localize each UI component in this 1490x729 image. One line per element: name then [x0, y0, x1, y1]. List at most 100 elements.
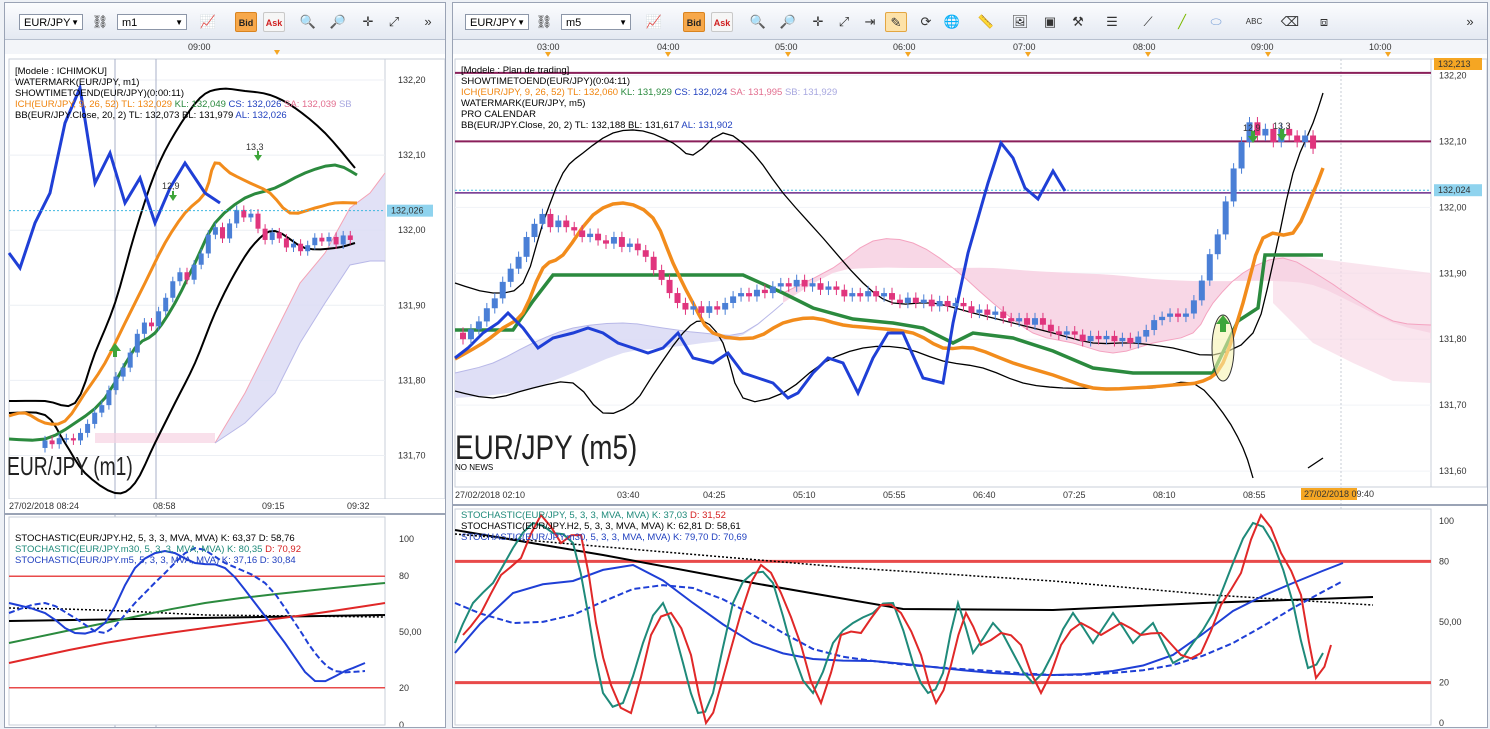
right-chart-window: EUR/JPY ▼ ⛓ m5 ▼ 📈 Bid Ask 🔍 🔎 ✛ ⤢ ⇥ ✎ ⟳ 🌐…: [452, 2, 1488, 728]
right-legend-entry: KL: 131,929: [620, 87, 675, 98]
right-candle: [968, 306, 975, 313]
left-stoch-level-label: 80: [399, 571, 409, 581]
left-stoch-legend-line: STOCHASTIC(EUR/JPY.m30, 5, 3, 3, MVA, MV…: [15, 544, 301, 555]
right-candle: [515, 256, 522, 269]
left-price-label: 132,00: [398, 225, 426, 235]
right-candle: [1310, 135, 1317, 149]
left-candle: [184, 272, 190, 280]
left-candle: [134, 333, 140, 353]
left-legend-line: WATERMARK(EUR/JPY, m1): [15, 77, 352, 88]
right-candle: [1000, 311, 1007, 319]
right-price-label: 131,90: [1439, 268, 1467, 278]
right-candle: [491, 298, 498, 309]
left-candle: [106, 390, 112, 406]
right-candle: [1016, 318, 1023, 322]
left-candle: [340, 235, 346, 245]
right-candle: [738, 293, 745, 297]
right-legend-entry: [Modele : Plan de trading]: [461, 65, 570, 76]
right-time-label: 27/02/2018 02:10: [455, 490, 525, 500]
left-candle: [248, 213, 254, 218]
right-candle: [746, 293, 752, 297]
right-candle: [1111, 335, 1118, 342]
right-candle: [1198, 280, 1205, 301]
left-stochastic-legend: STOCHASTIC(EUR/JPY.H2, 5, 3, 3, MVA, MVA…: [15, 533, 301, 566]
right-legend-entry: SA: 131,995: [730, 87, 785, 98]
right-top-time-label: 10:00: [1369, 42, 1392, 52]
left-legend-entry: BB(EUR/JPY.Close, 20, 2) TL: 132,073 BL:…: [15, 110, 236, 121]
left-current-price-text: 132,026: [391, 206, 424, 216]
left-stoch-legend-line: STOCHASTIC(EUR/JPY.m5, 5, 3, 3, MVA, MVA…: [15, 555, 301, 566]
left-candle: [78, 432, 83, 441]
left-legend-line: SHOWTIMETOEND(EUR/JPY)(0:00:11): [15, 88, 352, 99]
right-current-time-text: 27/02/2018 09:40: [1304, 489, 1374, 499]
left-legend-entry: ICH(EUR/JPY, 9, 26, 52) TL: 132,029: [15, 99, 175, 110]
left-candle: [127, 352, 133, 368]
right-stoch-level-label: 100: [1439, 516, 1454, 526]
right-candle: [1262, 128, 1269, 136]
left-legend-line: BB(EUR/JPY.Close, 20, 2) TL: 132,073 BL:…: [15, 110, 352, 121]
right-candle: [475, 321, 482, 330]
left-legend-entry: AL: 132,026: [235, 110, 287, 121]
right-price-label: 132,20: [1439, 70, 1467, 80]
right-candle: [1095, 335, 1102, 340]
left-candle: [120, 367, 126, 377]
right-candle: [944, 300, 951, 307]
right-candle: [1206, 254, 1213, 281]
right-candle: [467, 329, 474, 340]
left-candle: [113, 376, 119, 391]
right-time-label: 04:25: [703, 490, 726, 500]
right-candle: [555, 220, 562, 228]
left-legend-line: ICH(EUR/JPY, 9, 26, 52) TL: 132,029 KL: …: [15, 99, 352, 110]
right-stoch-legend-entry: STOCHASTIC(EUR/JPY, 5, 3, 3, MVA, MVA) K…: [461, 510, 690, 521]
right-candle: [1103, 335, 1110, 340]
left-candle: [262, 228, 268, 240]
right-time-label: 05:55: [883, 490, 906, 500]
right-stoch-legend-line: STOCHASTIC(EUR/JPY.H2, 5, 3, 3, MVA, MVA…: [461, 521, 747, 532]
right-candle: [960, 302, 967, 307]
right-candle: [857, 293, 864, 297]
right-top-time-label: 03:00: [537, 42, 560, 52]
left-candle: [291, 243, 296, 248]
left-candle: [212, 227, 218, 235]
right-candle: [1151, 320, 1158, 331]
left-stoch-level-label: 20: [399, 683, 409, 693]
right-candle: [1294, 135, 1301, 143]
right-candle: [1063, 331, 1070, 335]
right-candle: [730, 296, 737, 303]
left-top-time-label: 09:00: [188, 42, 211, 52]
left-stoch-legend-entry: STOCHASTIC(EUR/JPY.H2, 5, 3, 3, MVA, MVA…: [15, 533, 295, 544]
right-time-label: 08:55: [1243, 490, 1266, 500]
right-top-time-label: 06:00: [893, 42, 916, 52]
right-candle: [1175, 313, 1181, 317]
right-annotation: 13,3: [1273, 121, 1291, 131]
right-time-label: 03:40: [617, 490, 640, 500]
right-time-label: 05:10: [793, 490, 816, 500]
right-candle: [634, 243, 641, 251]
right-top-time-label: 08:00: [1133, 42, 1156, 52]
left-price-label: 131,80: [398, 375, 426, 385]
right-candle: [706, 306, 713, 313]
right-candle: [650, 256, 657, 270]
left-legend-entry: SA: 132,039: [284, 99, 339, 110]
left-candle: [177, 272, 183, 282]
right-candle: [507, 268, 514, 282]
right-legend-entry: WATERMARK(EUR/JPY, m5): [461, 98, 586, 109]
right-candle: [753, 289, 760, 297]
right-candle: [1143, 330, 1150, 337]
event-marker-icon: [1265, 52, 1271, 57]
left-candle: [276, 232, 282, 239]
left-price-label: 131,90: [398, 300, 426, 310]
left-candle: [56, 438, 62, 445]
right-candle: [642, 250, 649, 257]
right-candle: [523, 237, 530, 257]
left-candle: [141, 322, 147, 334]
right-stoch-level-label: 20: [1439, 678, 1449, 688]
right-top-time-label: 04:00: [657, 42, 680, 52]
right-stoch-legend-line: STOCHASTIC(EUR/JPY, 5, 3, 3, MVA, MVA) K…: [461, 510, 747, 521]
right-top-price-text: 132,213: [1438, 59, 1471, 69]
left-legend-entry: KL: 132,049: [174, 99, 229, 110]
right-legend-line: PRO CALENDAR: [461, 109, 837, 120]
left-candle: [198, 253, 204, 265]
right-candle: [1238, 142, 1245, 169]
right-candle: [1032, 318, 1038, 325]
